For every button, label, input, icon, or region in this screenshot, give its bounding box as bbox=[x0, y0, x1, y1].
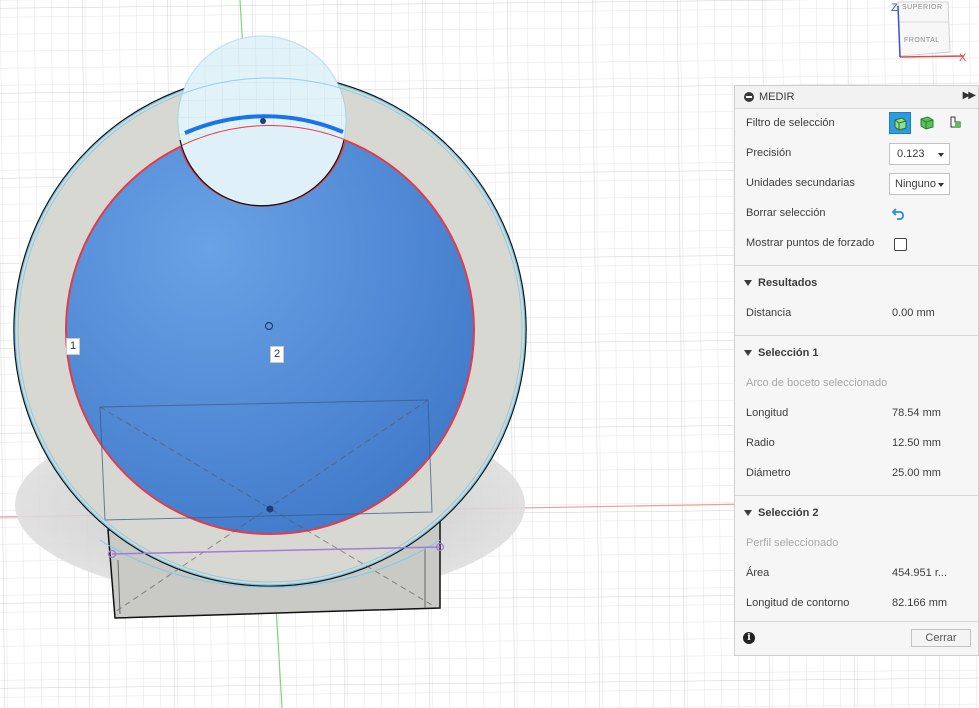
precision-row: Precisión 0.123 bbox=[735, 139, 979, 169]
precision-label: Precisión bbox=[746, 147, 792, 159]
close-button[interactable]: Cerrar bbox=[911, 629, 971, 647]
clear-selection-row: Borrar selección bbox=[735, 199, 979, 229]
selection2-subtitle: Perfil seleccionado bbox=[746, 537, 839, 549]
filter-edge-icon[interactable] bbox=[945, 112, 967, 134]
collapse-icon[interactable] bbox=[744, 92, 754, 102]
selection1-title: Selección 1 bbox=[758, 347, 819, 359]
axis-x-label: X bbox=[959, 52, 967, 64]
caret-down-icon bbox=[744, 280, 752, 286]
measure-panel: MEDIR ▶▶ Filtro de selección Precisión 0… bbox=[734, 85, 979, 656]
secondary-units-select[interactable]: Ninguno bbox=[889, 173, 950, 195]
selection1-subtitle: Arco de boceto seleccionado bbox=[746, 377, 888, 389]
axis-z-label: Z bbox=[891, 2, 898, 14]
secondary-units-label: Unidades secundarias bbox=[746, 177, 855, 189]
selection2-title: Selección 2 bbox=[758, 507, 819, 519]
selection-tag-2: 2 bbox=[270, 346, 285, 363]
cube-face-top[interactable]: SUPERIOR bbox=[902, 4, 943, 11]
secondary-units-value: Ninguno bbox=[895, 178, 936, 190]
area-value: 454.951 r... bbox=[892, 567, 948, 579]
clear-selection-label: Borrar selección bbox=[746, 207, 826, 219]
chevron-down-icon bbox=[938, 183, 944, 187]
snap-points-row: Mostrar puntos de forzado bbox=[735, 229, 979, 259]
radius-label: Radio bbox=[746, 437, 775, 449]
cube-face-front[interactable]: FRONTAL bbox=[904, 37, 940, 44]
precision-select[interactable]: 0.123 bbox=[889, 143, 950, 165]
results-section-header[interactable]: Resultados bbox=[735, 269, 979, 299]
secondary-units-row: Unidades secundarias Ninguno bbox=[735, 169, 979, 199]
selection1-section-header[interactable]: Selección 1 bbox=[735, 339, 979, 369]
selection2-section-header[interactable]: Selección 2 bbox=[735, 499, 979, 529]
distance-row: Distancia 0.00 mm bbox=[735, 299, 979, 329]
selection-tag-2-text: 2 bbox=[274, 348, 281, 360]
snap-points-checkbox[interactable] bbox=[894, 238, 907, 251]
diameter-label: Diámetro bbox=[746, 467, 791, 479]
length-value: 78.54 mm bbox=[892, 407, 941, 419]
radius-row: Radio 12.50 mm bbox=[735, 429, 979, 459]
panel-title: MEDIR bbox=[759, 91, 795, 103]
distance-label: Distancia bbox=[746, 307, 792, 319]
snap-points-label: Mostrar puntos de forzado bbox=[746, 237, 875, 249]
area-label: Área bbox=[746, 567, 770, 579]
perimeter-value: 82.166 mm bbox=[892, 597, 948, 609]
filter-body-icon[interactable] bbox=[889, 112, 911, 134]
distance-value: 0.00 mm bbox=[892, 307, 935, 319]
expand-arrows-icon[interactable]: ▶▶ bbox=[963, 90, 976, 101]
filter-face-icon[interactable] bbox=[917, 112, 939, 134]
results-title: Resultados bbox=[758, 277, 818, 289]
diameter-row: Diámetro 25.00 mm bbox=[735, 459, 979, 489]
perimeter-row: Longitud de contorno 82.166 mm bbox=[735, 589, 979, 619]
precision-value: 0.123 bbox=[897, 148, 925, 160]
radius-value: 12.50 mm bbox=[892, 437, 941, 449]
info-icon[interactable]: i bbox=[743, 632, 755, 644]
length-label: Longitud bbox=[746, 407, 789, 419]
selection2-subtitle-row: Perfil seleccionado bbox=[735, 529, 979, 559]
panel-header: MEDIR ▶▶ bbox=[735, 86, 978, 109]
filter-label: Filtro de selección bbox=[746, 117, 835, 129]
filter-row: Filtro de selección bbox=[735, 109, 979, 139]
caret-down-icon bbox=[744, 350, 752, 356]
length-row: Longitud 78.54 mm bbox=[735, 399, 979, 429]
chevron-down-icon bbox=[938, 153, 944, 157]
caret-down-icon bbox=[744, 510, 752, 516]
area-row: Área 454.951 r... bbox=[735, 559, 979, 589]
diameter-value: 25.00 mm bbox=[892, 467, 941, 479]
selection1-subtitle-row: Arco de boceto seleccionado bbox=[735, 369, 979, 399]
selection-tag-1: 1 bbox=[66, 338, 81, 355]
undo-arrow-icon[interactable] bbox=[891, 205, 907, 224]
selection-tag-1-text: 1 bbox=[70, 340, 77, 352]
view-cube[interactable]: SUPERIOR FRONTAL Z X bbox=[888, 0, 979, 64]
perimeter-label: Longitud de contorno bbox=[746, 597, 850, 609]
arc-midpoint bbox=[260, 118, 266, 124]
